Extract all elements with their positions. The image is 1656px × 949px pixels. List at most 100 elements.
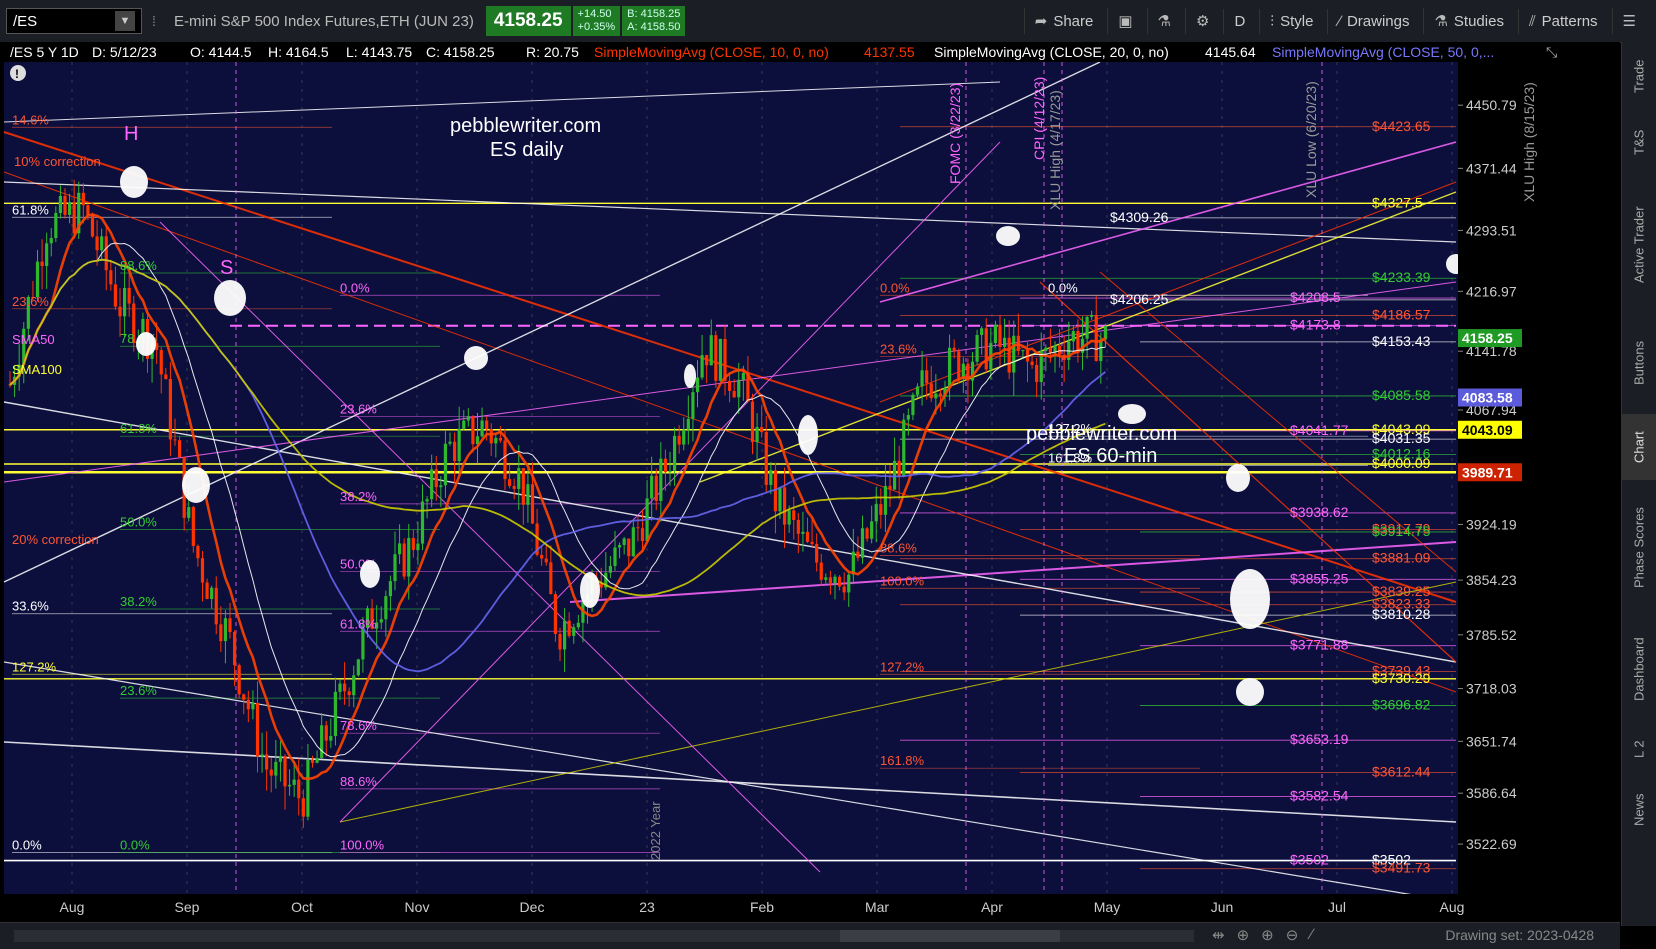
fib-label: 161.8% [880, 753, 925, 768]
candle-body [100, 236, 104, 251]
candle-body [764, 432, 768, 485]
candle-body [402, 543, 406, 577]
studies-button[interactable]: ⚗ Studies [1423, 8, 1514, 34]
candle-body [1085, 316, 1089, 339]
flask-button[interactable]: ⚗ [1146, 8, 1181, 34]
candle-body [503, 440, 507, 480]
x-tick-label: Aug [60, 899, 85, 915]
candle-body [448, 441, 452, 444]
candle-body [938, 393, 943, 397]
header-close: C: 4158.25 [426, 44, 495, 60]
candle-body [49, 237, 53, 244]
candle-body [278, 756, 283, 762]
fib-label: 0.0% [880, 280, 910, 295]
drawings-button[interactable]: ∕ Drawings [1327, 8, 1419, 34]
fib-label: 61.8% [12, 202, 49, 217]
zoom-in-icon[interactable]: ⊕ [1261, 926, 1274, 944]
candle-body [672, 435, 677, 471]
y-tick-label: 3522.69 [1466, 836, 1517, 852]
pencil-icon[interactable]: ∕ [1310, 926, 1313, 944]
fib-label: 23.6% [340, 401, 377, 416]
y-tick-label: 3718.03 [1466, 681, 1517, 697]
price-chart[interactable]: $4423.65 $4327.5 $4309.26 $4233.39 $4208.5 $4… [0, 42, 1620, 922]
tab-trade[interactable]: Trade [1622, 48, 1656, 104]
candle-body [879, 504, 883, 515]
candle-body [920, 370, 924, 387]
scrollbar-thumb[interactable] [840, 930, 1060, 942]
candle-body [127, 287, 131, 304]
y-tick-label: 4293.51 [1466, 222, 1517, 238]
tab-phase-scores[interactable]: Phase Scores [1622, 486, 1656, 610]
share-button[interactable]: ➦ Share [1023, 8, 1104, 34]
time-scrollbar[interactable] [14, 930, 1194, 942]
change-pct: +0.35% [577, 21, 616, 33]
aggregation-button[interactable]: D [1223, 8, 1255, 34]
tab-time-sales[interactable]: T&S [1622, 112, 1656, 172]
candle-body [40, 261, 44, 267]
candle-body [957, 351, 961, 379]
x-tick-label: May [1094, 899, 1120, 915]
candle-body [338, 683, 342, 692]
expand-icon[interactable]: ⤡ [1546, 44, 1557, 60]
level-label: $4041.77 [1290, 422, 1349, 438]
pattern-marker [996, 226, 1020, 246]
menu-button[interactable]: ☰ [1611, 8, 1646, 34]
price-tag-label: 4083.58 [1462, 390, 1513, 406]
y-tick-label: 4216.97 [1466, 283, 1517, 299]
candle-body [622, 538, 626, 545]
year-label: 2022 Year [648, 801, 663, 860]
candle-body [430, 469, 434, 500]
style-button[interactable]: ⫶ Style [1259, 8, 1323, 34]
fib-label: 88.6% [340, 774, 377, 789]
chart-area[interactable]: $4423.65 $4327.5 $4309.26 $4233.39 $4208.5 $4… [0, 42, 1620, 922]
candle-body [35, 261, 40, 298]
candle-body [407, 538, 411, 577]
candle-body [425, 499, 429, 502]
candle-body [549, 562, 553, 595]
tab-dashboard[interactable]: Dashboard [1622, 616, 1656, 722]
xlu-high-label: XLU High (4/17/23) [1047, 90, 1063, 210]
candle-body [251, 702, 255, 710]
x-tick-label: Aug [1440, 899, 1465, 915]
candle-body [1030, 361, 1034, 366]
tab-level2[interactable]: L 2 [1622, 726, 1656, 772]
candle-body [911, 394, 915, 416]
sma100-chart-label: SMA100 [12, 362, 62, 377]
candle-body [695, 377, 700, 393]
snapshot-button[interactable]: ▣ [1107, 8, 1142, 34]
crosshair-icon[interactable]: ⊕ [1237, 926, 1250, 944]
chevron-down-icon[interactable]: ▼ [115, 11, 135, 31]
header-range: R: 20.75 [526, 44, 579, 60]
candle-body [650, 475, 654, 499]
fib-label: 23.6% [120, 683, 157, 698]
tab-news[interactable]: News [1622, 778, 1656, 842]
candle-body [737, 379, 741, 398]
patterns-button[interactable]: ⫽ Patterns [1517, 8, 1608, 34]
symbol-input[interactable]: /ES ▼ [6, 8, 142, 34]
candle-body [90, 214, 95, 237]
candle-body [636, 527, 640, 529]
drawing-set-label[interactable]: Drawing set: 2023-0428 [1445, 927, 1594, 943]
level-label: $4309.26 [1110, 209, 1169, 225]
y-tick-label: 4371.44 [1466, 160, 1517, 176]
candle-body [778, 487, 782, 512]
candle-body [489, 429, 493, 444]
candle-body [627, 538, 631, 557]
zoom-out-icon[interactable]: ⊖ [1286, 926, 1299, 944]
tab-chart[interactable]: Chart [1622, 414, 1656, 480]
candle-body [237, 665, 241, 695]
fit-icon[interactable]: ⇹ [1212, 926, 1225, 944]
tab-active-trader[interactable]: Active Trader [1622, 178, 1656, 312]
settings-button[interactable]: ⚙ [1185, 8, 1219, 34]
candle-body [187, 507, 191, 518]
candle-body [897, 460, 901, 477]
level-label: $4031.35 [1372, 430, 1431, 446]
y-tick-label: 3854.23 [1466, 572, 1517, 588]
candle-body [214, 587, 218, 625]
candle-body [760, 427, 764, 433]
toolbar: /ES ▼ ⁞ E-mini S&P 500 Index Futures,ETH… [0, 0, 1656, 43]
candle-body [576, 622, 580, 628]
link-icon[interactable]: ⁞ [152, 13, 162, 29]
candle-body [1099, 339, 1103, 362]
tab-buttons[interactable]: Buttons [1622, 318, 1656, 408]
